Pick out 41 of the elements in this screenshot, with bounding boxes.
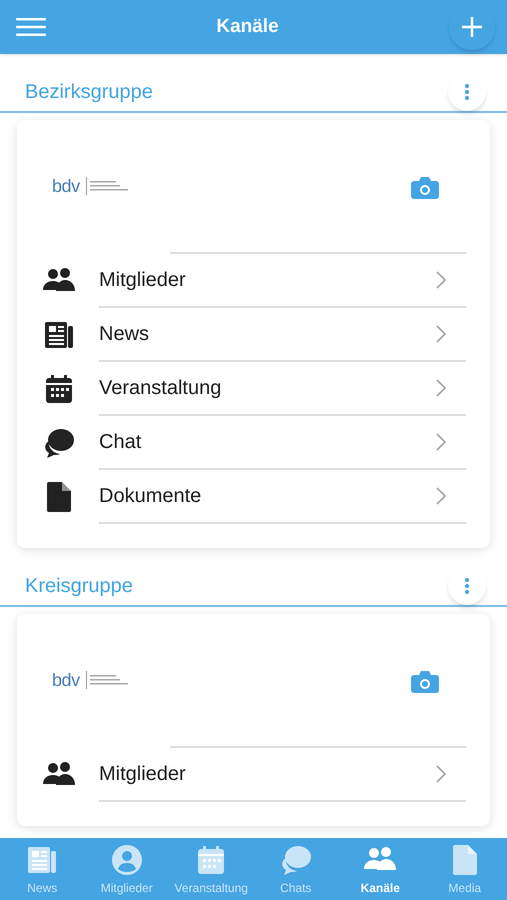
channel-menu-item[interactable]: Mitglieder	[17, 254, 490, 308]
newspaper-icon	[43, 319, 75, 351]
menu-icon	[16, 18, 46, 36]
more-vertical-icon	[465, 578, 469, 594]
chevron-right-icon	[436, 379, 446, 397]
logo-text: bdv	[52, 668, 80, 692]
chevron-right-icon	[436, 325, 446, 343]
newspaper-icon	[26, 844, 58, 876]
chevron-right-icon	[436, 271, 446, 289]
channel-menu-item[interactable]: Chat	[17, 416, 490, 470]
chevron-right-icon	[436, 765, 446, 783]
channel-menu-item[interactable]: Veranstaltung	[17, 362, 490, 416]
user-circle-icon	[110, 844, 143, 876]
camera-icon	[410, 176, 440, 200]
channel-menu-item[interactable]: Mitglieder	[17, 748, 490, 802]
camera-button[interactable]	[410, 176, 440, 200]
camera-button[interactable]	[410, 670, 440, 694]
channel-menu-item[interactable]: News	[17, 308, 490, 362]
chat-bubbles-icon	[280, 844, 312, 876]
more-vertical-icon	[465, 84, 469, 100]
logo-text: bdv	[52, 174, 80, 198]
camera-icon	[410, 670, 440, 694]
screen-title: Kanäle	[216, 14, 279, 39]
menu-item-label: News	[99, 322, 150, 347]
channel-menu-item[interactable]: Dokumente	[17, 470, 490, 524]
menu-item-label: Veranstaltung	[99, 376, 222, 401]
section-title: Kreisgruppe	[25, 574, 133, 598]
menu-button[interactable]	[16, 17, 46, 37]
more-options-button[interactable]	[448, 566, 486, 604]
section-title: Bezirksgruppe	[25, 80, 153, 104]
chevron-right-icon	[436, 487, 446, 505]
more-options-button[interactable]	[448, 72, 486, 110]
plus-icon	[461, 16, 483, 38]
calendar-icon	[43, 373, 75, 405]
menu-item-label: Mitglieder	[99, 762, 186, 787]
add-button[interactable]	[449, 4, 495, 50]
chat-bubbles-icon	[43, 427, 75, 459]
chevron-right-icon	[436, 433, 446, 451]
menu-item-label: Chat	[99, 430, 142, 455]
menu-item-label: Mitglieder	[99, 268, 186, 293]
menu-item-label: Dokumente	[99, 484, 202, 509]
